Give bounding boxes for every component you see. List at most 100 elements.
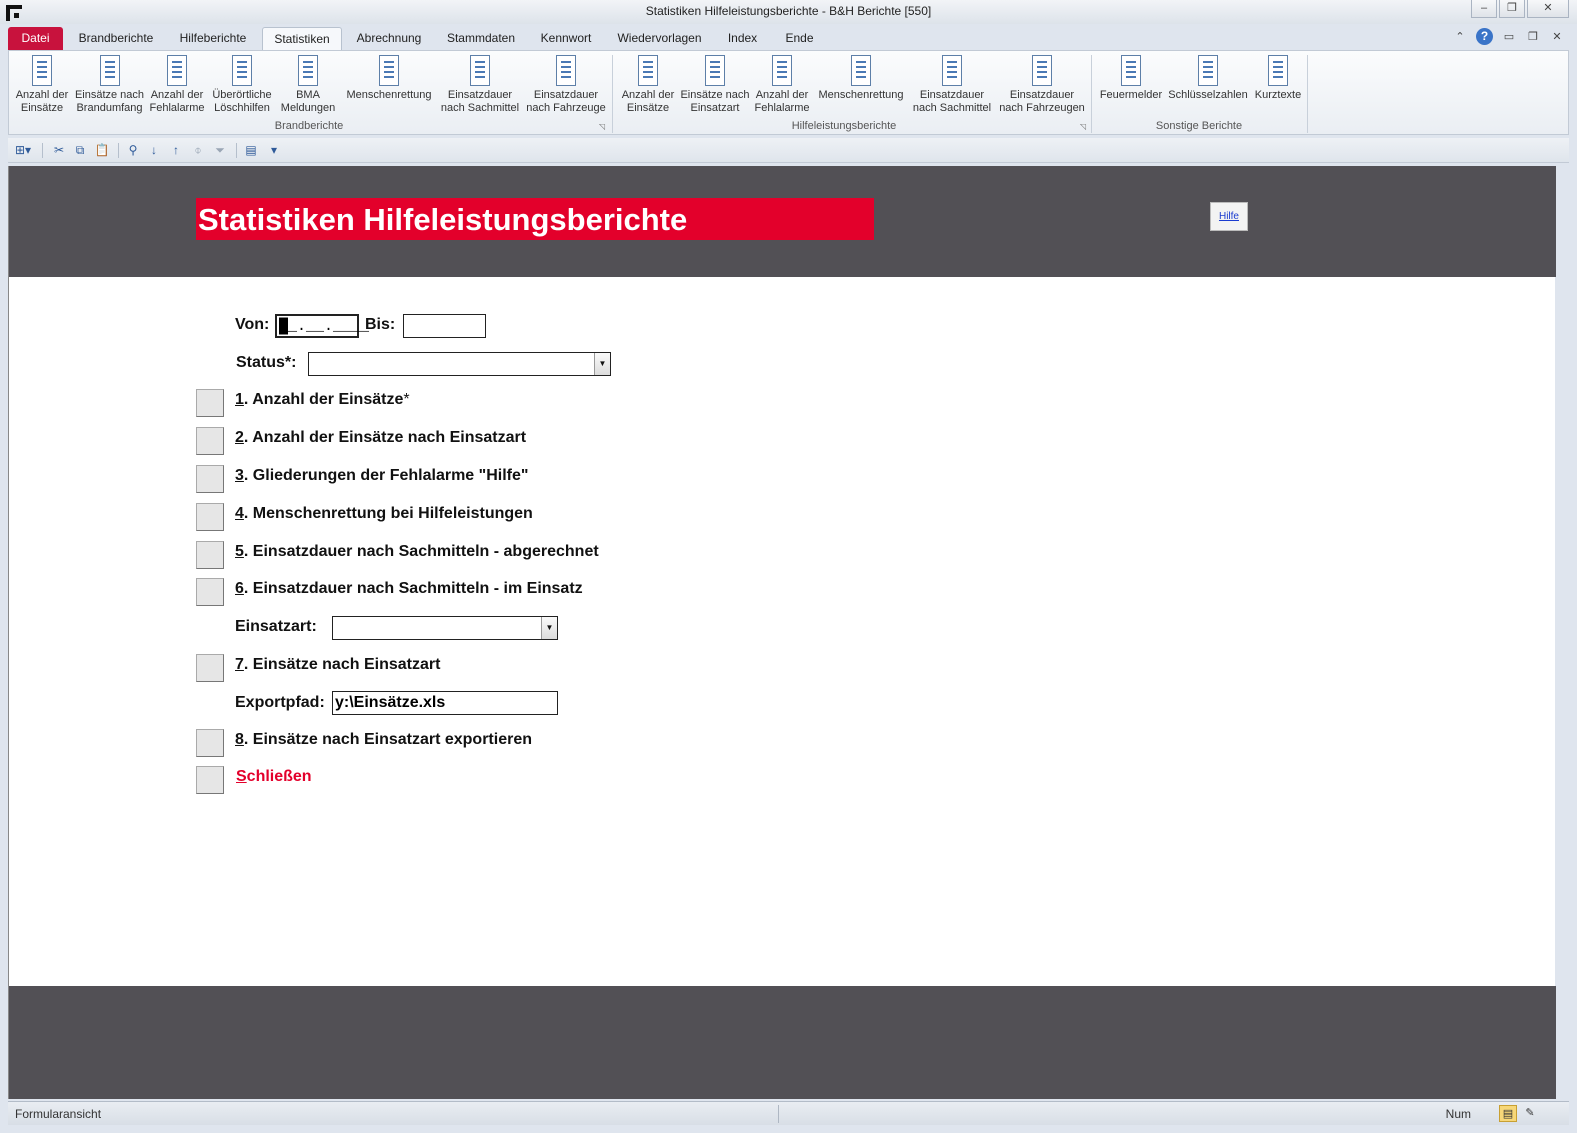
sort-ascending-icon[interactable]: ↓ — [146, 143, 162, 158]
tab-index[interactable]: Index — [715, 27, 770, 50]
report-icon — [167, 55, 187, 86]
form-title: Statistiken Hilfeleistungsberichte — [198, 202, 688, 237]
ribbon-hilfe-anzahl-einsaetze[interactable]: Anzahl der Einsätze — [617, 55, 679, 115]
bis-label: Bis: — [365, 316, 396, 333]
restore-button[interactable]: ❐ — [1499, 0, 1525, 18]
background-window-strip — [1558, 166, 1577, 1101]
dialog-launcher-icon[interactable]: ◹ — [599, 122, 605, 131]
tab-abrechnung[interactable]: Abrechnung — [344, 27, 434, 50]
doc-minimize-icon[interactable]: ▭ — [1501, 29, 1517, 45]
toolbar-divider — [42, 143, 43, 158]
tab-ende[interactable]: Ende — [772, 27, 827, 50]
ribbon-brand-anzahl-fehlalarme[interactable]: Anzahl der Fehlalarme — [147, 55, 207, 115]
report-view-icon[interactable]: ▤ — [243, 143, 259, 158]
ribbon-schluesselzahlen[interactable]: Schlüsselzahlen — [1165, 55, 1251, 102]
report-4-button[interactable] — [196, 503, 224, 531]
title-bar: Statistiken Hilfeleistungsberichte - B&H… — [0, 0, 1577, 24]
copy-icon[interactable]: ⧉ — [72, 143, 88, 158]
tab-kennwort[interactable]: Kennwort — [528, 27, 604, 50]
report-icon — [99, 55, 120, 86]
report-icon — [638, 55, 658, 86]
tab-wiedervorlagen[interactable]: Wiedervorlagen — [607, 27, 712, 50]
von-date-input[interactable]: █_.__.____ — [275, 314, 369, 338]
paste-icon[interactable]: 📋 — [94, 143, 110, 158]
status-combobox[interactable]: ▼ — [308, 352, 611, 376]
report-icon — [298, 55, 318, 86]
close-window-button[interactable]: ✕ — [1527, 0, 1569, 18]
find-icon[interactable]: ⚲ — [125, 143, 141, 158]
toolbar-divider — [236, 143, 237, 158]
report-8-button[interactable] — [196, 729, 224, 757]
ribbon-kurztexte[interactable]: Kurztexte — [1251, 55, 1305, 102]
view-switch-icon[interactable]: ⊞▾ — [12, 143, 34, 158]
report-icon — [772, 55, 792, 86]
status-divider — [778, 1105, 779, 1123]
report-2-button[interactable] — [196, 427, 224, 455]
form-header: Statistiken Hilfeleistungsberichte Hilfe — [9, 166, 1556, 277]
form-view-icon[interactable]: ▤ — [1499, 1105, 1517, 1122]
hilfe-button[interactable]: Hilfe — [1210, 202, 1248, 231]
ribbon-brand-bma-meldungen[interactable]: BMA Meldungen — [276, 55, 340, 115]
view-mode-text: Formularansicht — [15, 1107, 102, 1121]
status-bar: Formularansicht Num ▤ ✎ — [8, 1101, 1569, 1125]
ribbon-hilfe-einsaetze-einsatzart[interactable]: Einsätze nach Einsatzart — [679, 55, 751, 115]
tab-statistiken[interactable]: Statistiken — [262, 27, 342, 50]
report-1-button[interactable] — [196, 389, 224, 417]
report-5-label: 5. Einsatzdauer nach Sachmitteln - abger… — [235, 543, 599, 560]
sort-descending-icon[interactable]: ↑ — [168, 143, 184, 158]
report-icon — [1032, 55, 1052, 86]
exportpfad-input[interactable]: y:\Einsätze.xls — [332, 691, 558, 715]
filter-selection-icon[interactable]: ⌽ — [190, 143, 206, 158]
quick-access-toolbar: ⊞▾ ✂ ⧉ 📋 ⚲ ↓ ↑ ⌽ ⏷ ▤ ▾ — [8, 138, 1569, 163]
report-icon — [379, 55, 399, 86]
ribbon-brand-einsatzdauer-fahrzeuge[interactable]: Einsatzdauer nach Fahrzeuge — [523, 55, 609, 115]
form-area: Statistiken Hilfeleistungsberichte Hilfe… — [8, 166, 1556, 1099]
ribbon-hilfe-einsatzdauer-fahrzeugen[interactable]: Einsatzdauer nach Fahrzeugen — [995, 55, 1089, 115]
close-form-button[interactable] — [196, 766, 224, 794]
einsatzart-combobox[interactable]: ▼ — [332, 616, 558, 640]
report-5-button[interactable] — [196, 541, 224, 569]
dialog-launcher-icon[interactable]: ◹ — [1080, 122, 1086, 131]
window-title: Statistiken Hilfeleistungsberichte - B&H… — [645, 4, 932, 18]
design-view-icon[interactable]: ✎ — [1521, 1105, 1539, 1122]
report-7-button[interactable] — [196, 654, 224, 682]
ribbon-hilfe-anzahl-fehlalarme[interactable]: Anzahl der Fehlalarme — [751, 55, 813, 115]
group-divider — [612, 55, 613, 133]
ribbon-brand-anzahl-einsaetze[interactable]: Anzahl der Einsätze — [11, 55, 73, 115]
doc-restore-icon[interactable]: ❐ — [1525, 29, 1541, 45]
doc-close-icon[interactable]: ✕ — [1549, 29, 1565, 45]
report-3-button[interactable] — [196, 465, 224, 493]
tab-hilfeberichte[interactable]: Hilfeberichte — [168, 27, 258, 50]
group-divider — [1091, 55, 1092, 133]
report-icon — [556, 55, 576, 86]
report-7-label: 7. Einsätze nach Einsatzart — [235, 656, 441, 673]
einsatzart-label: Einsatzart: — [235, 618, 317, 635]
ribbon-brand-menschenrettung[interactable]: Menschenrettung — [341, 55, 437, 102]
toolbar-divider — [118, 143, 119, 158]
report-icon — [1121, 55, 1141, 86]
tab-stammdaten[interactable]: Stammdaten — [437, 27, 525, 50]
report-4-label: 4. Menschenrettung bei Hilfeleistungen — [235, 505, 533, 522]
dropdown-arrow-icon[interactable]: ▼ — [594, 353, 610, 375]
ribbon-brand-einsatzdauer-sachmittel[interactable]: Einsatzdauer nach Sachmittel — [437, 55, 523, 115]
cut-icon[interactable]: ✂ — [51, 143, 67, 158]
form-title-banner: Statistiken Hilfeleistungsberichte — [196, 198, 874, 240]
bis-date-input[interactable] — [403, 314, 486, 338]
ribbon-brand-einsaetze-brandumfang[interactable]: Einsätze nach Brandumfang — [72, 55, 147, 115]
dropdown-arrow-icon[interactable]: ▼ — [541, 617, 557, 639]
report-icon — [851, 55, 871, 86]
exportpfad-label: Exportpfad: — [235, 694, 325, 711]
filter-icon[interactable]: ⏷ — [212, 143, 228, 158]
ribbon-feuermelder[interactable]: Feuermelder — [1097, 55, 1165, 102]
tab-datei[interactable]: Datei — [8, 27, 63, 50]
minimize-button[interactable]: ‒ — [1471, 0, 1497, 18]
ribbon-hilfe-einsatzdauer-sachmittel[interactable]: Einsatzdauer nach Sachmittel — [909, 55, 995, 115]
report-6-button[interactable] — [196, 578, 224, 606]
group-divider — [1307, 55, 1308, 133]
collapse-ribbon-icon[interactable]: ⌃ — [1452, 29, 1468, 45]
ribbon-brand-ueberoertliche-loeschhilfen[interactable]: Überörtliche Löschhilfen — [208, 55, 276, 115]
ribbon-hilfe-menschenrettung[interactable]: Menschenrettung — [813, 55, 909, 102]
help-icon[interactable]: ? — [1476, 28, 1493, 45]
customize-toolbar-icon[interactable]: ▾ — [266, 143, 282, 158]
tab-brandberichte[interactable]: Brandberichte — [67, 27, 165, 50]
